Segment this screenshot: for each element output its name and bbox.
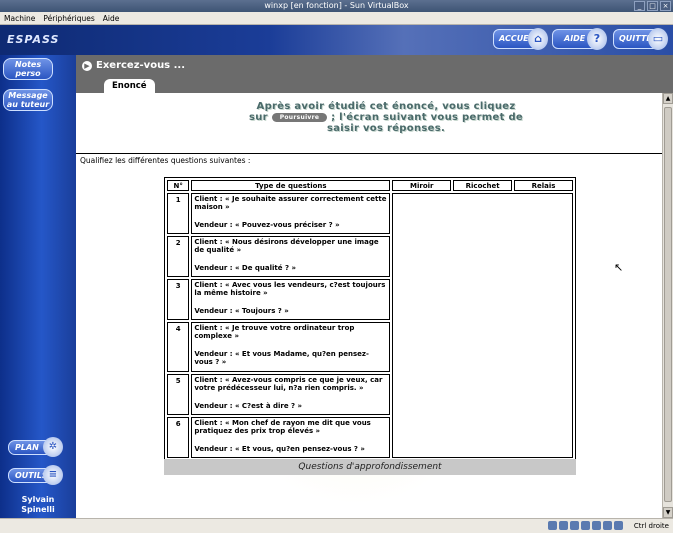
divider (76, 153, 662, 154)
network-icon[interactable] (581, 521, 590, 530)
menu-aide[interactable]: Aide (103, 12, 120, 24)
page-title-text: Exercez-vous ... (96, 60, 186, 71)
answer-area (392, 193, 573, 458)
instructions-line2-rest: ; l'écran suivant vous permet de (331, 112, 524, 123)
instructions-line2: sur Poursuivre ; l'écran suivant vous pe… (236, 112, 536, 123)
shared-folder-icon[interactable] (603, 521, 612, 530)
mouse-cursor-icon: ↖ (614, 261, 624, 274)
row-num: 3 (167, 279, 190, 320)
usb-icon[interactable] (592, 521, 601, 530)
author-first: Sylvain (21, 495, 55, 504)
table-footer: Questions d'approfondissement (164, 459, 576, 475)
row-num: 6 (167, 417, 190, 458)
vendeur-text: Vendeur : « Et vous Madame, qu?en pensez… (194, 350, 369, 366)
floppy-icon[interactable] (570, 521, 579, 530)
col-ricochet: Ricochet (453, 180, 513, 191)
message-tuteur-button[interactable]: Message au tuteur (3, 89, 53, 111)
plan-button[interactable]: PLAN ✲ (8, 437, 63, 457)
instructions-line3: saisir vos réponses. (326, 123, 446, 134)
client-text: Client : « Avez-vous compris ce que je v… (194, 376, 383, 392)
question-prompt: Qualifiez les différentes questions suiv… (80, 156, 251, 165)
notes-perso-button[interactable]: Notes perso (3, 58, 53, 80)
instructions-line1: Après avoir étudié cet énoncé, vous cliq… (256, 101, 516, 112)
col-num: N° (167, 180, 190, 191)
row-text: Client : « Mon chef de rayon me dit que … (191, 417, 391, 458)
app-header: ESPASS ACCUEIL ⌂ AIDE ? QUITTER ▭ (0, 25, 673, 55)
client-text: Client : « Nous désirons développer une … (194, 238, 379, 254)
message-label-2: au tuteur (6, 100, 50, 109)
cd-icon[interactable] (559, 521, 568, 530)
quitter-button[interactable]: QUITTER ▭ (613, 28, 668, 50)
row-text: Client : « Nous désirons développer une … (191, 236, 391, 277)
vertical-scrollbar[interactable]: ▲ ▼ (662, 93, 673, 518)
content-header: ▶ Exercez-vous ... Enoncé (76, 55, 673, 93)
close-button[interactable]: × (660, 1, 671, 11)
hdd-icon[interactable] (548, 521, 557, 530)
arrow-icon: ▶ (82, 60, 92, 71)
accueil-button[interactable]: ACCUEIL ⌂ (493, 28, 548, 50)
outils-button[interactable]: OUTILS ≡ (8, 465, 63, 485)
author-name: Sylvain Spinelli (0, 495, 76, 515)
row-text: Client : « Je trouve votre ordinateur tr… (191, 322, 391, 372)
scroll-thumb[interactable] (664, 107, 672, 502)
vendeur-text: Vendeur : « C?est à dire ? » (194, 402, 303, 410)
window-title: winxp [en fonction] - Sun VirtualBox (264, 1, 409, 10)
menu-machine[interactable]: Machine (4, 12, 35, 24)
vendeur-text: Vendeur : « Toujours ? » (194, 307, 289, 315)
row-num: 1 (167, 193, 190, 234)
table-row: 1 Client : « Je souhaite assurer correct… (167, 193, 573, 458)
tab-enonce[interactable]: Enoncé (104, 79, 155, 93)
instructions-sur: sur (248, 112, 268, 123)
home-icon: ⌂ (528, 28, 548, 50)
maximize-button[interactable]: □ (647, 1, 658, 11)
minimize-button[interactable]: _ (634, 1, 645, 11)
client-text: Client : « Je souhaite assurer correctem… (194, 195, 387, 211)
row-text: Client : « Avez-vous compris ce que je v… (191, 374, 391, 415)
client-text: Client : « Je trouve votre ordinateur tr… (194, 324, 355, 340)
notes-label-2: perso (15, 69, 41, 78)
table-header-row: N° Type de questions Miroir Ricochet Rel… (167, 180, 573, 191)
compass-icon: ✲ (43, 437, 63, 457)
client-text: Client : « Mon chef de rayon me dit que … (194, 419, 371, 435)
instructions: Après avoir étudié cet énoncé, vous cliq… (236, 101, 536, 134)
sidebar: Notes perso Message au tuteur PLAN ✲ OUT… (0, 55, 76, 518)
scroll-up-icon[interactable]: ▲ (663, 93, 673, 104)
questions-table: N° Type de questions Miroir Ricochet Rel… (164, 177, 576, 461)
exit-icon: ▭ (648, 28, 668, 50)
poursuivre-button-image: Poursuivre (271, 112, 328, 122)
menu-peripheriques[interactable]: Périphériques (43, 12, 94, 24)
message-label-1: Message (8, 91, 48, 100)
col-type: Type de questions (191, 180, 391, 191)
aide-button[interactable]: AIDE ? (552, 28, 607, 50)
notes-label-1: Notes (14, 60, 42, 69)
books-icon: ≡ (43, 465, 63, 485)
row-text: Client : « Je souhaite assurer correctem… (191, 193, 391, 234)
col-relais: Relais (514, 180, 573, 191)
mouse-integration-icon[interactable] (614, 521, 623, 530)
vendeur-text: Vendeur : « Et vous, qu?en pensez-vous ?… (194, 445, 365, 453)
plan-label: PLAN (15, 443, 39, 452)
row-num: 2 (167, 236, 190, 277)
page-title: ▶ Exercez-vous ... (82, 60, 185, 71)
scroll-down-icon[interactable]: ▼ (663, 507, 673, 518)
menubar: Machine Périphériques Aide (0, 12, 673, 25)
col-miroir: Miroir (392, 180, 452, 191)
window-titlebar: winxp [en fonction] - Sun VirtualBox _ □… (0, 0, 673, 12)
status-icons (548, 521, 623, 530)
vendeur-text: Vendeur : « De qualité ? » (194, 264, 296, 272)
row-num: 5 (167, 374, 190, 415)
app-logo: ESPASS (7, 33, 60, 46)
vm-status-bar: Ctrl droite (0, 518, 673, 533)
author-last: Spinelli (21, 505, 55, 514)
help-icon: ? (587, 28, 607, 50)
vendeur-text: Vendeur : « Pouvez-vous préciser ? » (194, 221, 340, 229)
aide-label: AIDE (564, 34, 586, 43)
host-key-label: Ctrl droite (633, 522, 669, 530)
row-num: 4 (167, 322, 190, 372)
row-text: Client : « Avec vous les vendeurs, c?est… (191, 279, 391, 320)
main-content: ▶ Exercez-vous ... Enoncé Après avoir ét… (76, 55, 673, 518)
client-text: Client : « Avec vous les vendeurs, c?est… (194, 281, 386, 297)
